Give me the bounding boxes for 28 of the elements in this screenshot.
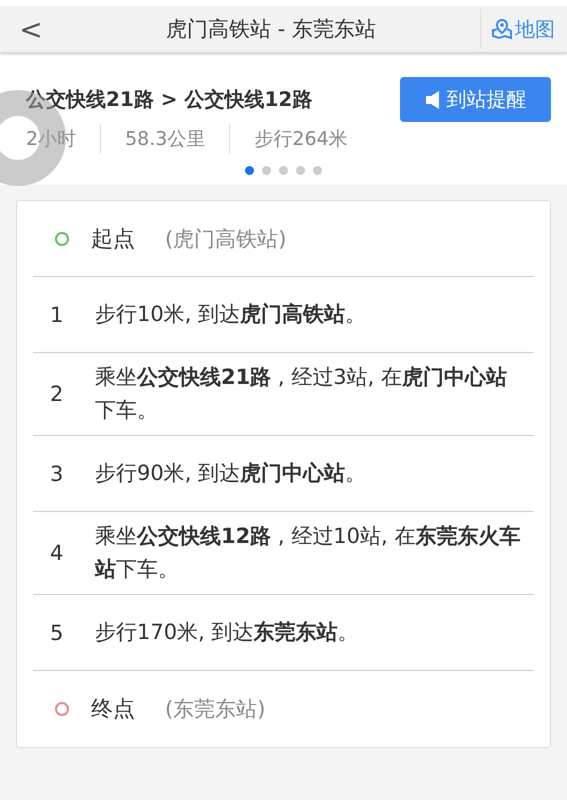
step-text: 步行170米, 到达东莞东站。 [95, 619, 360, 646]
page-dot[interactable] [279, 166, 288, 175]
step-text: 乘坐公交快线21路 , 经过3站, 在虎门中心站下车。 [95, 364, 508, 424]
route-title: 公交快线21路 > 公交快线12路 [26, 86, 312, 113]
step-number: 4 [49, 541, 64, 565]
step-text: 步行90米, 到达虎门中心站。 [95, 460, 368, 487]
step-number: 1 [49, 302, 64, 326]
endpoint-label: 终点 [91, 696, 135, 724]
route-stat: 58.3公里 [124, 127, 206, 152]
page-dot[interactable] [262, 166, 271, 175]
page-dot[interactable] [313, 166, 322, 175]
endpoint-station: (东莞东站) [165, 696, 266, 723]
map-link[interactable]: 地图 [480, 9, 567, 49]
page-dot[interactable] [296, 166, 305, 175]
endpoint-station: (虎门高铁站) [165, 226, 286, 252]
step-number: 3 [49, 462, 64, 486]
page-dot[interactable] [245, 166, 254, 175]
endpoint-label: 起点 [91, 226, 135, 254]
arrival-reminder-button[interactable]: 到站提醒 [400, 77, 551, 122]
route-stat: 2小时 [26, 127, 78, 152]
step-text: 乘坐公交快线12路 , 经过10站, 在东莞东火车站下车。 [95, 523, 522, 583]
step-number: 5 [49, 620, 64, 644]
route-stat: 步行264米 [253, 127, 349, 152]
step-text: 步行10米, 到达虎门高铁站。 [95, 301, 368, 328]
page-title: 虎门高铁站 - 东莞东站 [165, 16, 377, 43]
back-button[interactable]: < [0, 12, 62, 46]
step-number: 2 [49, 382, 64, 406]
map-pin-icon [491, 18, 513, 40]
